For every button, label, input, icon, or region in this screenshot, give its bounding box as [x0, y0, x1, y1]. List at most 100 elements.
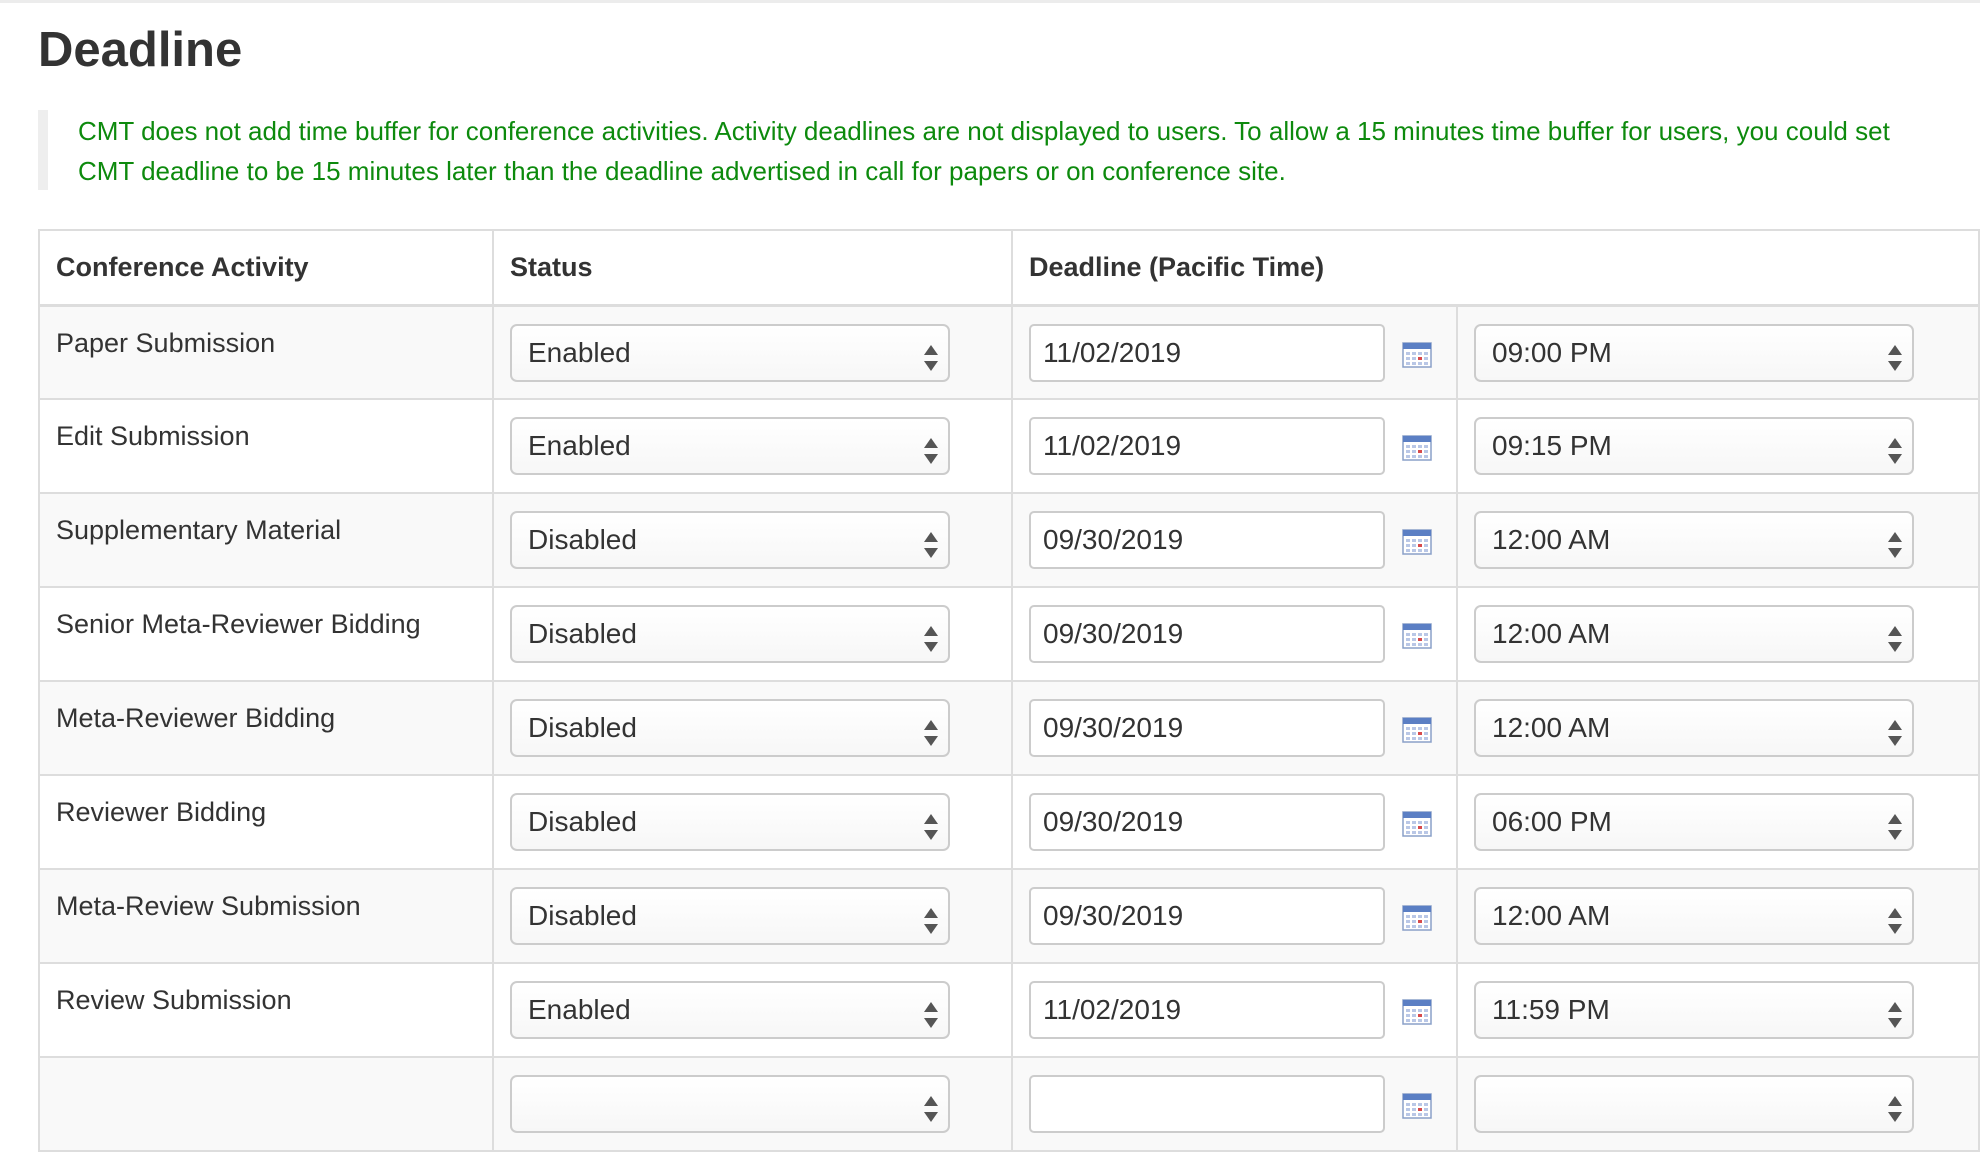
deadline-time-select[interactable]: 09:15 PM [1474, 417, 1914, 475]
deadline-time-select[interactable] [1474, 1075, 1914, 1133]
status-cell: Disabled [492, 869, 1013, 964]
time-field: 06:00 PM [1458, 776, 1978, 851]
status-selected-value: Disabled [528, 900, 637, 931]
up-down-arrows-icon [1884, 995, 1906, 1028]
calendar-icon[interactable] [1402, 999, 1432, 1025]
up-down-arrows-icon [920, 713, 942, 746]
time-field: 12:00 AM [1458, 870, 1978, 945]
calendar-icon[interactable] [1402, 717, 1432, 743]
time-buffer-notice: CMT does not add time buffer for confere… [38, 110, 1938, 190]
calendar-icon[interactable] [1402, 435, 1432, 461]
deadline-time-select[interactable]: 12:00 AM [1474, 511, 1914, 569]
activity-name: Meta-Reviewer Bidding [38, 681, 494, 776]
status-select[interactable]: Disabled [510, 699, 950, 757]
up-down-arrows-icon [1884, 338, 1906, 371]
table-row: Paper Submission Enabled 11/02/2019 09:00 P… [38, 305, 1980, 400]
deadline-date-input[interactable]: 11/02/2019 [1029, 981, 1385, 1039]
time-cell: 09:00 PM [1455, 305, 1980, 400]
deadline-table: Conference Activity Status Deadline (Pac… [38, 229, 1980, 1152]
deadline-rows: Paper Submission Enabled 11/02/2019 09:00 P… [38, 305, 1980, 1152]
up-down-arrows-icon [1884, 1089, 1906, 1122]
status-cell: Enabled [492, 399, 1013, 494]
time-selected-value: 12:00 AM [1492, 900, 1611, 931]
calendar-icon[interactable] [1402, 811, 1432, 837]
date-field: 11/02/2019 [1013, 400, 1456, 475]
up-down-arrows-icon [920, 338, 942, 371]
status-cell: Disabled [492, 681, 1013, 776]
status-select[interactable]: Enabled [510, 417, 950, 475]
activity-name: Paper Submission [38, 305, 494, 400]
status-field: Disabled [494, 870, 1011, 945]
time-selected-value: 12:00 AM [1492, 712, 1611, 743]
table-row: Edit Submission Enabled 11/02/2019 09:15 PM [38, 399, 1980, 494]
status-selected-value: Disabled [528, 712, 637, 743]
date-cell: 09/30/2019 [1011, 775, 1458, 870]
status-cell: Enabled [492, 305, 1013, 400]
table-row: Review Submission Enabled 11/02/2019 11:59 … [38, 963, 1980, 1058]
deadline-date-input[interactable]: 09/30/2019 [1029, 793, 1385, 851]
time-selected-value: 09:15 PM [1492, 430, 1612, 461]
date-field: 09/30/2019 [1013, 682, 1456, 757]
top-divider [0, 0, 1980, 3]
status-select[interactable]: Disabled [510, 793, 950, 851]
deadline-time-select[interactable]: 09:00 PM [1474, 323, 1914, 382]
deadline-date-input[interactable]: 09/30/2019 [1029, 605, 1385, 663]
deadline-date-input[interactable]: 11/02/2019 [1029, 323, 1385, 382]
date-cell: 11/02/2019 [1011, 963, 1458, 1058]
calendar-icon[interactable] [1402, 529, 1432, 555]
table-row: Meta-Reviewer Bidding Disabled 09/30/2019 1… [38, 681, 1980, 776]
date-field: 09/30/2019 [1013, 588, 1456, 663]
deadline-time-select[interactable]: 12:00 AM [1474, 605, 1914, 663]
deadline-date-input[interactable] [1029, 1075, 1385, 1133]
deadline-date-input[interactable]: 11/02/2019 [1029, 417, 1385, 475]
table-header-row: Conference Activity Status Deadline (Pac… [38, 230, 1980, 307]
header-status: Status [492, 230, 1013, 307]
calendar-icon[interactable] [1402, 1093, 1432, 1119]
deadline-time-select[interactable]: 12:00 AM [1474, 699, 1914, 757]
time-field: 12:00 AM [1458, 682, 1978, 757]
time-field: 09:00 PM [1458, 307, 1978, 382]
header-deadline: Deadline (Pacific Time) [1010, 230, 1980, 307]
activity-name: Senior Meta-Reviewer Bidding [38, 587, 494, 682]
time-cell: 09:15 PM [1455, 399, 1980, 494]
status-selected-value: Disabled [528, 806, 637, 837]
status-field: Enabled [494, 400, 1011, 475]
up-down-arrows-icon [1884, 901, 1906, 934]
deadline-date-input[interactable]: 09/30/2019 [1029, 699, 1385, 757]
time-cell: 06:00 PM [1455, 775, 1980, 870]
activity-name: Meta-Review Submission [38, 869, 494, 964]
status-field: Disabled [494, 776, 1011, 851]
activity-name: Edit Submission [38, 399, 494, 494]
deadline-date-input[interactable]: 09/30/2019 [1029, 511, 1385, 569]
status-field: Disabled [494, 588, 1011, 663]
status-select[interactable]: Disabled [510, 887, 950, 945]
status-cell: Disabled [492, 587, 1013, 682]
deadline-date-input[interactable]: 09/30/2019 [1029, 887, 1385, 945]
status-select[interactable]: Enabled [510, 981, 950, 1039]
date-cell: 09/30/2019 [1011, 587, 1458, 682]
table-row [38, 1057, 1980, 1152]
up-down-arrows-icon [920, 901, 942, 934]
status-select[interactable] [510, 1075, 950, 1133]
deadline-time-select[interactable]: 12:00 AM [1474, 887, 1914, 945]
status-field: Enabled [494, 307, 1011, 382]
deadline-time-select[interactable]: 11:59 PM [1474, 981, 1914, 1039]
up-down-arrows-icon [1884, 713, 1906, 746]
up-down-arrows-icon [1884, 431, 1906, 464]
up-down-arrows-icon [1884, 807, 1906, 840]
time-selected-value: 09:00 PM [1492, 336, 1612, 368]
status-select[interactable]: Disabled [510, 605, 950, 663]
status-select[interactable]: Disabled [510, 511, 950, 569]
status-field: Disabled [494, 682, 1011, 757]
date-field: 11/02/2019 [1013, 964, 1456, 1039]
time-field: 11:59 PM [1458, 964, 1978, 1039]
header-conference-activity: Conference Activity [38, 230, 494, 307]
deadline-time-select[interactable]: 06:00 PM [1474, 793, 1914, 851]
up-down-arrows-icon [920, 619, 942, 652]
calendar-icon[interactable] [1402, 341, 1432, 368]
time-cell: 12:00 AM [1455, 587, 1980, 682]
status-select[interactable]: Enabled [510, 323, 950, 382]
date-field: 09/30/2019 [1013, 776, 1456, 851]
calendar-icon[interactable] [1402, 905, 1432, 931]
calendar-icon[interactable] [1402, 623, 1432, 649]
